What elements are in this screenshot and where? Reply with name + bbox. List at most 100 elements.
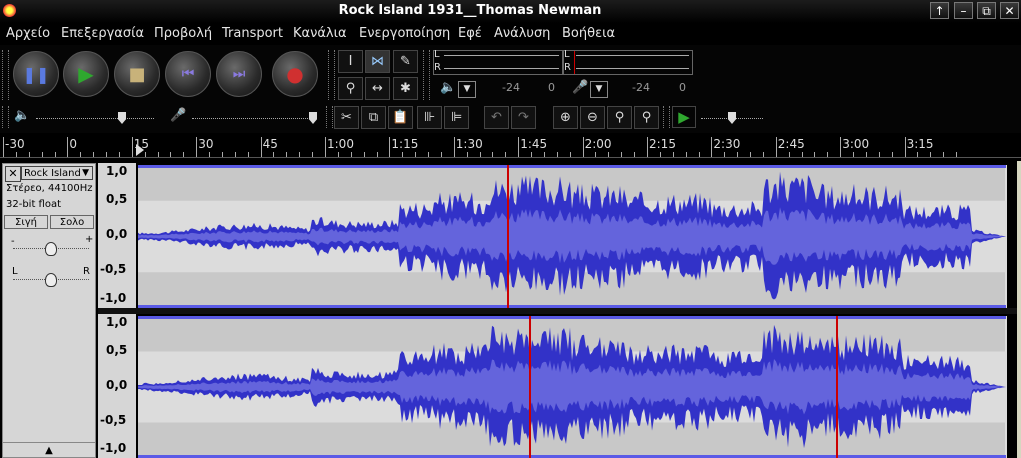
meter-bar-r	[444, 68, 559, 69]
skip-to-start-button[interactable]: ⏮	[165, 51, 211, 97]
ruler-minor-tick	[247, 152, 249, 157]
ruler-major-tick	[775, 137, 777, 157]
window-close-button[interactable]: ✕	[1000, 2, 1019, 19]
undo-button[interactable]: ↶	[484, 106, 509, 129]
amplitude-scale-label: 0,5	[106, 343, 128, 357]
silence-button[interactable]: ⊫	[444, 106, 469, 129]
gain-slider-thumb[interactable]	[45, 242, 57, 256]
multi-tool-button[interactable]: ✱	[393, 77, 418, 100]
transport-toolbar-grip[interactable]	[2, 50, 9, 100]
rec-meter-marker	[574, 51, 575, 74]
ruler-minor-tick	[505, 152, 507, 157]
ruler-minor-tick	[144, 152, 146, 157]
envelope-tool-button[interactable]: ⋈	[365, 50, 390, 73]
menu-analyze[interactable]: Ανάλυση	[494, 26, 550, 41]
trim-button[interactable]: ⊪	[417, 106, 442, 129]
meter-toolbar-grip[interactable]	[423, 50, 430, 100]
pan-slider-thumb[interactable]	[45, 273, 57, 287]
zoom-out-button[interactable]: ⊖	[580, 106, 605, 129]
menu-file[interactable]: Αρχείο	[6, 26, 50, 41]
ruler-minor-tick	[814, 152, 816, 157]
redo-button[interactable]: ↷	[511, 106, 536, 129]
skip-start-icon: ⏮	[181, 66, 195, 82]
ruler-minor-tick	[724, 152, 726, 157]
ruler-minor-tick	[286, 152, 288, 157]
window-minimize-button[interactable]: –	[954, 2, 973, 19]
ruler-minor-tick	[943, 152, 945, 157]
menu-tracks[interactable]: Κανάλια	[293, 26, 347, 41]
menu-help[interactable]: Βοήθεια	[562, 26, 615, 41]
waveform-channel-right[interactable]	[137, 316, 1007, 458]
pause-button[interactable]: ❚❚	[13, 51, 59, 97]
zoom-tool-button[interactable]: ⚲	[338, 77, 363, 100]
solo-button[interactable]: Σολο	[50, 215, 94, 229]
input-volume-slider[interactable]	[192, 118, 316, 120]
play-button[interactable]: ▶	[63, 51, 109, 97]
menu-view[interactable]: Προβολή	[154, 26, 212, 41]
playback-meter-dropdown[interactable]: ▼	[458, 81, 476, 98]
tools-toolbar-grip[interactable]	[328, 50, 335, 100]
stop-button[interactable]: ■	[114, 51, 160, 97]
ruler-minor-tick	[376, 152, 378, 157]
ruler-major-tick	[196, 137, 198, 157]
fit-project-button[interactable]: ⚲	[634, 106, 659, 129]
scissors-icon: ✂	[341, 110, 352, 125]
cut-button[interactable]: ✂	[334, 106, 359, 129]
waveform-channel-left[interactable]	[137, 165, 1007, 308]
mute-button[interactable]: Σιγή	[4, 215, 48, 229]
paste-button[interactable]: 📋	[388, 106, 413, 129]
collapse-track-button[interactable]: ▲	[3, 442, 95, 458]
channel-separator	[98, 308, 1021, 314]
output-volume-slider[interactable]	[36, 118, 154, 120]
ruler-minor-tick	[363, 152, 365, 157]
record-button[interactable]: ●	[272, 51, 318, 97]
track-name-dropdown[interactable]: Rock Island ▼	[21, 166, 93, 180]
ruler-minor-tick	[209, 152, 211, 157]
skip-to-end-button[interactable]: ⏭	[216, 51, 262, 97]
window-maximize-button[interactable]: ⧉	[977, 2, 996, 19]
window-shade-button[interactable]: ↑	[930, 2, 949, 19]
ruler-minor-tick	[762, 152, 764, 157]
track-close-button[interactable]: ✕	[5, 166, 21, 182]
ruler-minor-tick	[827, 152, 829, 157]
ruler-minor-tick	[556, 152, 558, 157]
draw-tool-button[interactable]: ✎	[393, 50, 418, 73]
amplitude-scale-label: 0,5	[106, 192, 128, 206]
ibeam-icon: I	[348, 54, 353, 69]
pan-l-label: L	[12, 266, 18, 277]
ruler-minor-tick	[54, 152, 56, 157]
timeshift-icon: ↔	[372, 81, 383, 96]
copy-button[interactable]: ⧉	[361, 106, 386, 129]
mute-label: Σιγή	[15, 217, 37, 228]
rec-meter-bar-l	[576, 55, 689, 56]
playback-meter[interactable]: L R	[433, 49, 563, 75]
fit-selection-button[interactable]: ⚲	[607, 106, 632, 129]
rec-meter-l-label: L	[564, 49, 570, 60]
ruler-minor-tick	[891, 152, 893, 157]
ruler-tick-label: 45	[262, 137, 278, 151]
timeshift-tool-button[interactable]: ↔	[365, 77, 390, 100]
menu-generate[interactable]: Ενεργοποίηση	[359, 26, 450, 41]
selection-tool-button[interactable]: I	[338, 50, 363, 73]
paste-icon: 📋	[392, 110, 409, 125]
ruler-minor-tick	[659, 152, 661, 157]
track-control-panel[interactable]: ✕ Rock Island ▼ Στέρεο, 44100Hz 32-bit f…	[2, 163, 96, 458]
play-at-speed-button[interactable]: ▶	[672, 106, 696, 128]
zoom-in-button[interactable]: ⊕	[553, 106, 578, 129]
menu-transport[interactable]: Transport	[222, 26, 283, 41]
ruler-tick-label: 2:00	[584, 137, 612, 151]
menu-effect[interactable]: Εφέ	[458, 26, 482, 41]
mic-icon[interactable]: 🎤	[572, 80, 588, 95]
waveform-right-svg	[138, 316, 1006, 458]
track-name: Rock Island	[24, 168, 81, 179]
speaker-icon[interactable]: 🔈	[440, 80, 456, 95]
ruler-minor-tick	[492, 152, 494, 157]
ruler-tick-label: 1:30	[455, 137, 483, 151]
mixer-toolbar-grip[interactable]	[2, 106, 9, 128]
edit-toolbar-grip[interactable]	[326, 106, 333, 128]
play-speed-toolbar-grip[interactable]	[663, 106, 670, 128]
record-meter-dropdown[interactable]: ▼	[590, 81, 608, 98]
record-meter[interactable]: L R	[563, 49, 693, 75]
clip-boundary-line	[138, 316, 1006, 319]
menu-edit[interactable]: Επεξεργασία	[61, 26, 144, 41]
